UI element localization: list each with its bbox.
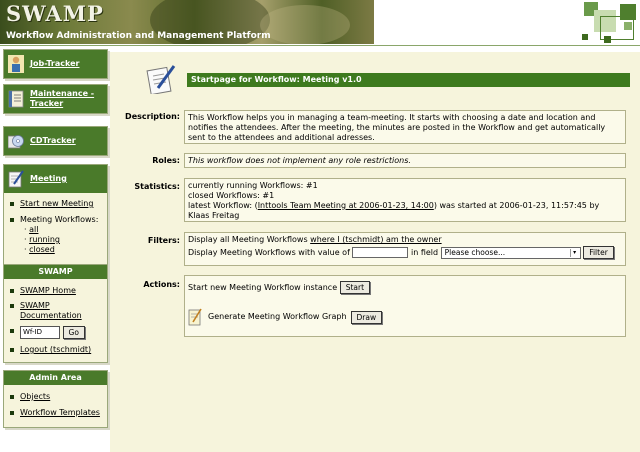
person-icon	[8, 55, 24, 73]
filter-button[interactable]: Filter	[583, 246, 614, 259]
start-new-meeting-link[interactable]: Start new Meeting	[20, 199, 93, 208]
swamp-home-link[interactable]: SWAMP Home	[20, 286, 76, 295]
header: SWAMP Workflow Administration and Manage…	[0, 0, 640, 46]
latest-workflow-link[interactable]: Inttools Team Meeting at 2006-01-23, 14:…	[258, 201, 434, 210]
meeting-label[interactable]: Meeting	[30, 174, 67, 184]
statistics-label: Statistics:	[134, 182, 180, 191]
decorative-squares-logo	[580, 2, 638, 44]
cd-icon	[8, 135, 24, 149]
nav-maintenance-tracker[interactable]: Maintenance - Tracker	[3, 84, 108, 114]
logout-link[interactable]: Logout (tschmidt)	[20, 345, 91, 354]
workflow-templates-link[interactable]: Workflow Templates	[20, 408, 100, 417]
platform-title: Workflow Administration and Management P…	[6, 31, 271, 41]
pen-paper-icon	[146, 65, 176, 94]
filters-box: Display all Meeting Workflows where I (t…	[184, 232, 626, 266]
nav-cdtracker[interactable]: CDTracker	[3, 126, 108, 156]
draw-button[interactable]: Draw	[350, 310, 383, 324]
filter-field-label: in field	[411, 248, 439, 257]
roles-box: This workflow does not implement any rol…	[184, 153, 626, 168]
roles-text: This workflow does not implement any rol…	[188, 156, 411, 165]
filter-value-input[interactable]	[352, 247, 409, 258]
filter-owner-link[interactable]: where I (tschmidt) am the owner	[310, 235, 441, 244]
latest-prefix: latest Workflow: (	[188, 201, 258, 210]
meeting-workflows-label: Meeting Workflows:	[20, 215, 99, 224]
chevron-down-icon: ▾	[569, 248, 579, 257]
admin-panel: Admin Area Objects Workflow Templates	[3, 370, 108, 428]
filter-all-link[interactable]: all	[29, 225, 38, 234]
filters-label: Filters:	[147, 236, 180, 245]
notebook-icon	[8, 90, 24, 108]
filter-owner-prefix: Display all Meeting Workflows	[188, 235, 311, 244]
filter-value-label: Display Meeting Workflows with value of	[188, 248, 350, 257]
nav-cdtracker-label[interactable]: CDTracker	[30, 136, 76, 146]
nav-maintenance-tracker-label[interactable]: Maintenance - Tracker	[30, 89, 103, 109]
statistics-box: currently running Workflows: #1 closed W…	[184, 178, 626, 222]
filter-field-select[interactable]: Please choose... ▾	[440, 246, 581, 259]
meeting-panel: Meeting Start new Meeting Meeting Workfl…	[3, 164, 108, 265]
swamp-section-title: SWAMP	[4, 265, 107, 279]
start-instance-text: Start new Meeting Workflow instance	[188, 283, 338, 292]
description-label: Description:	[125, 112, 180, 121]
actions-box: Start new Meeting Workflow instance Star…	[184, 275, 626, 337]
swamp-documentation-link[interactable]: SWAMP Documentation	[20, 301, 82, 320]
description-box: This Workflow helps you in managing a te…	[184, 110, 626, 144]
meeting-header[interactable]: Meeting	[4, 165, 107, 193]
objects-link[interactable]: Objects	[20, 392, 50, 401]
go-button[interactable]: Go	[62, 326, 85, 339]
page-title: Startpage for Workflow: Meeting v1.0	[187, 73, 630, 87]
main-content: Startpage for Workflow: Meeting v1.0 Des…	[110, 52, 640, 452]
generate-graph-text: Generate Meeting Workflow Graph	[208, 312, 347, 321]
header-divider	[0, 45, 640, 46]
admin-section-title: Admin Area	[4, 371, 107, 385]
wfid-input[interactable]: Wf-ID	[20, 326, 60, 339]
actions-label: Actions:	[143, 280, 180, 289]
roles-label: Roles:	[152, 156, 180, 165]
filter-closed-link[interactable]: closed	[29, 245, 55, 254]
nav-job-tracker-label[interactable]: Job-Tracker	[30, 59, 79, 69]
header-banner: SWAMP Workflow Administration and Manage…	[0, 0, 374, 44]
swamp-panel: SWAMP SWAMP Home SWAMP Documentation Wf-…	[3, 264, 108, 363]
closed-count: closed Workflows: #1	[188, 191, 275, 200]
description-text: This Workflow helps you in managing a te…	[188, 113, 606, 142]
logo[interactable]: SWAMP	[6, 1, 104, 26]
running-count: currently running Workflows: #1	[188, 181, 318, 190]
filter-field-select-value: Please choose...	[444, 247, 506, 257]
nav-job-tracker[interactable]: Job-Tracker	[3, 49, 108, 79]
filter-running-link[interactable]: running	[29, 235, 60, 244]
start-button[interactable]: Start	[339, 281, 371, 294]
graph-document-icon	[188, 308, 202, 326]
pen-paper-icon	[8, 170, 24, 188]
